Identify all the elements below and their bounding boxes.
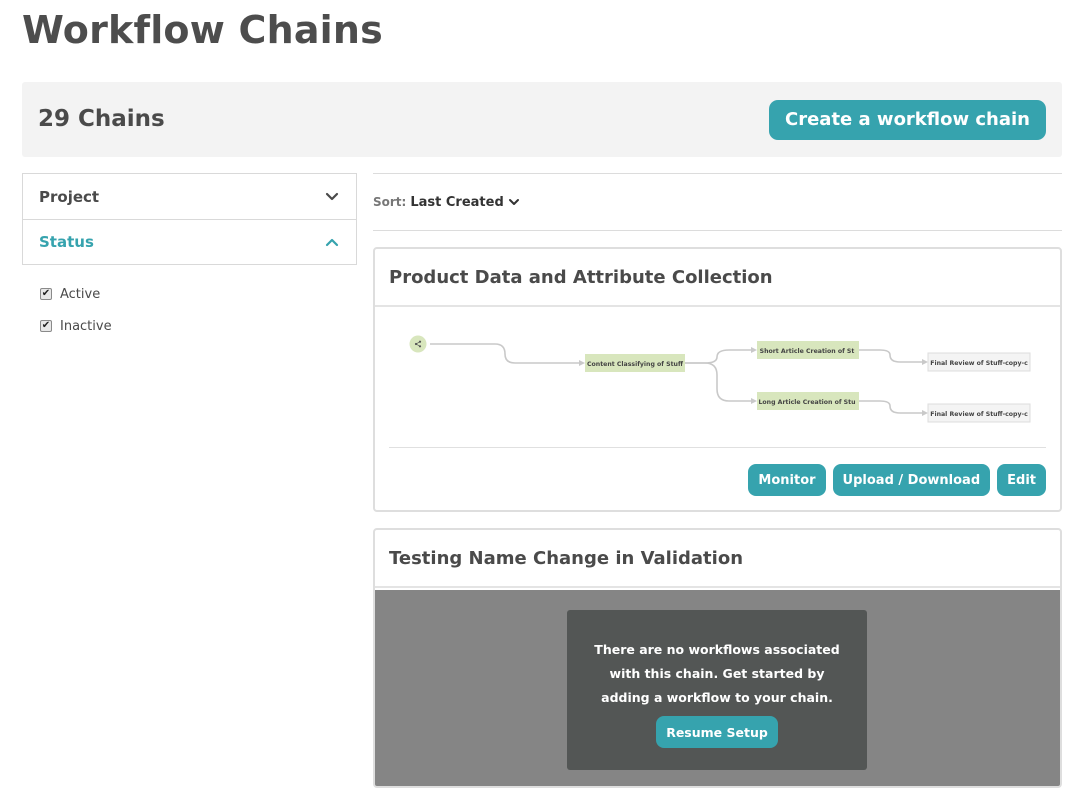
filter-status-toggle[interactable]: Status [23, 219, 356, 264]
svg-text:Long Article Creation of Stu: Long Article Creation of Stu [758, 399, 855, 406]
status-option-inactive[interactable]: ✔ Inactive [40, 310, 112, 342]
active-label: Active [60, 286, 101, 302]
workflow-diagram: Content Classifying of Stuff Short Artic… [409, 335, 1031, 423]
svg-text:Final Review of Stuff-copy-c: Final Review of Stuff-copy-c [930, 360, 1028, 367]
chain-card: Testing Name Change in Validation There … [373, 528, 1062, 788]
active-checkbox[interactable]: ✔ [40, 288, 52, 300]
workflow-node[interactable]: Final Review of Stuff-copy-c [927, 403, 1031, 423]
connector-classify-long [683, 362, 751, 402]
chain-card-header: Testing Name Change in Validation [375, 530, 1060, 588]
workflow-node[interactable]: Short Article Creation of St [757, 341, 859, 359]
sort-dropdown[interactable]: Last Created [410, 195, 503, 210]
resume-setup-button[interactable]: Resume Setup [656, 716, 778, 748]
monitor-button[interactable]: Monitor [748, 464, 826, 496]
start-node[interactable] [409, 335, 427, 353]
svg-text:Short Article Creation of St: Short Article Creation of St [760, 348, 855, 355]
page-title: Workflow Chains [22, 8, 383, 52]
filter-project-label: Project [39, 187, 100, 206]
status-options: ✔ Active ✔ Inactive [40, 278, 112, 342]
chain-actions: Monitor Upload / Download Edit [748, 464, 1046, 496]
workflow-node[interactable]: Final Review of Stuff-copy-c [927, 352, 1031, 372]
chevron-down-icon[interactable] [508, 196, 520, 208]
status-option-active[interactable]: ✔ Active [40, 278, 112, 310]
chain-card-header: Product Data and Attribute Collection [375, 249, 1060, 307]
create-workflow-chain-button[interactable]: Create a workflow chain [769, 100, 1046, 140]
workflow-node[interactable]: Long Article Creation of Stu [757, 392, 859, 410]
sort-bar: Sort: Last Created [373, 173, 1062, 231]
sort-label: Sort: [373, 195, 407, 209]
inactive-checkbox[interactable]: ✔ [40, 320, 52, 332]
workflow-node[interactable]: Content Classifying of Stuff [585, 354, 685, 372]
connector-long-final [859, 400, 922, 414]
chevron-up-icon [325, 238, 339, 247]
empty-state-overlay: There are no workflows associated with t… [375, 590, 1060, 786]
svg-text:Content Classifying of Stuff: Content Classifying of Stuff [587, 361, 684, 368]
empty-state-box: There are no workflows associated with t… [567, 610, 867, 770]
chain-card: Product Data and Attribute Collection Co [373, 247, 1062, 512]
filter-project-toggle[interactable]: Project [23, 174, 356, 219]
upload-download-button[interactable]: Upload / Download [832, 464, 991, 496]
edit-button[interactable]: Edit [997, 464, 1046, 496]
summary-bar: 29 Chains Create a workflow chain [22, 82, 1062, 157]
connector-classify-short [683, 349, 751, 364]
connector-short-final [859, 349, 922, 363]
svg-text:Final Review of Stuff-copy-c: Final Review of Stuff-copy-c [930, 411, 1028, 418]
connector-start-classify [430, 343, 579, 364]
chain-title[interactable]: Product Data and Attribute Collection [389, 267, 773, 288]
chain-count: 29 Chains [38, 106, 165, 132]
filter-panel: Project Status [22, 173, 357, 265]
empty-state-message: There are no workflows associated with t… [594, 642, 840, 705]
chain-title[interactable]: Testing Name Change in Validation [389, 548, 743, 569]
inactive-label: Inactive [60, 318, 112, 334]
filter-status-label: Status [39, 233, 94, 251]
chevron-down-icon [325, 192, 339, 200]
divider [389, 447, 1046, 448]
